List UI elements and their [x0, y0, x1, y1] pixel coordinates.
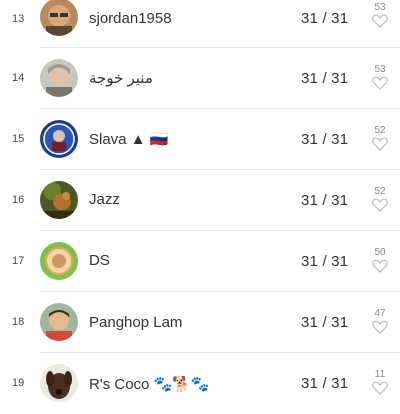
leaderboard-row[interactable]: 17 DS 31 / 31 50 [0, 231, 400, 292]
heart-icon [372, 137, 388, 151]
user-name: DS [89, 252, 110, 269]
like-button[interactable]: 53 [368, 64, 392, 90]
user-name: Jazz [89, 191, 120, 208]
like-count: 47 [374, 308, 386, 319]
user-name: منير خوجة [89, 70, 153, 87]
heart-icon [372, 198, 388, 212]
leaderboard-row[interactable]: 18 Panghop Lam 31 / 31 47 [0, 292, 400, 353]
like-button[interactable]: 53 [368, 2, 392, 28]
leaderboard-row[interactable]: 13 sjordan1958 31 / 31 53 [0, 0, 400, 48]
rank-number: 19 [12, 377, 25, 389]
like-count: 53 [374, 2, 386, 13]
score: 31 / 31 [301, 10, 349, 27]
heart-icon [372, 259, 388, 273]
rank-number: 14 [12, 72, 25, 84]
person-glasses-avatar[interactable] [40, 0, 78, 36]
heart-icon [372, 381, 388, 395]
squirrel-avatar[interactable] [40, 181, 78, 219]
heart-icon [372, 76, 388, 90]
leaderboard-row[interactable]: 14 منير خوجة 31 / 31 53 [0, 48, 400, 109]
user-name: Slava ▲ 🇷🇺 [89, 131, 169, 148]
like-button[interactable]: 11 [368, 369, 392, 395]
rank-number: 18 [12, 316, 25, 328]
heart-icon [372, 14, 388, 28]
score: 31 / 31 [301, 70, 349, 87]
person-grey-hair-avatar[interactable] [40, 59, 78, 97]
like-count: 11 [374, 369, 386, 380]
like-count: 52 [374, 125, 386, 136]
score: 31 / 31 [301, 253, 349, 270]
like-count: 50 [374, 247, 386, 258]
like-button[interactable]: 52 [368, 186, 392, 212]
score: 31 / 31 [301, 131, 349, 148]
rank-number: 13 [12, 13, 25, 25]
like-button[interactable]: 50 [368, 247, 392, 273]
person-smiling-avatar[interactable] [40, 303, 78, 341]
user-name: sjordan1958 [89, 10, 172, 27]
score: 31 / 31 [301, 314, 349, 331]
like-count: 53 [374, 64, 386, 75]
like-button[interactable]: 52 [368, 125, 392, 151]
user-name: Panghop Lam [89, 314, 183, 331]
green-ring-avatar[interactable] [40, 242, 78, 280]
score: 31 / 31 [301, 375, 349, 392]
heart-icon [372, 320, 388, 334]
like-button[interactable]: 47 [368, 308, 392, 334]
leaderboard-row[interactable]: 19 R's Coco 🐾🐕🐾 31 / 31 11 [0, 353, 400, 414]
badge-avatar[interactable] [40, 120, 78, 158]
rank-number: 15 [12, 133, 25, 145]
leaderboard-row[interactable]: 15 Slava ▲ 🇷🇺 31 / 31 52 [0, 109, 400, 170]
rank-number: 17 [12, 255, 25, 267]
like-count: 52 [374, 186, 386, 197]
score: 31 / 31 [301, 192, 349, 209]
user-name: R's Coco 🐾🐕🐾 [89, 376, 210, 393]
leaderboard-row[interactable]: 16 Jazz 31 / 31 52 [0, 170, 400, 231]
dog-avatar[interactable] [40, 364, 78, 402]
rank-number: 16 [12, 194, 25, 206]
